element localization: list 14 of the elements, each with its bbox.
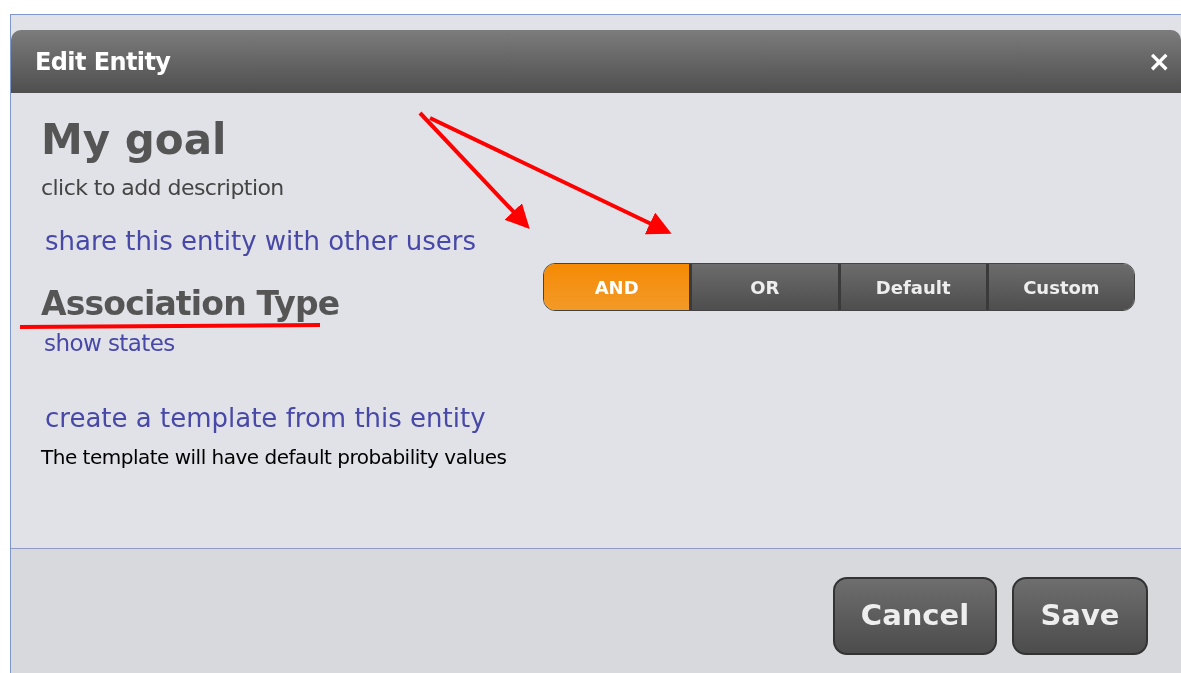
template-note: The template will have default probability values (41, 443, 507, 471)
section-heading: Association Type (41, 283, 340, 325)
description-placeholder[interactable]: click to add description (41, 171, 284, 204)
cancel-button[interactable]: Cancel (833, 577, 997, 655)
close-button[interactable]: × (1147, 47, 1171, 76)
share-link[interactable]: share this entity with other users (45, 222, 476, 261)
show-states-link[interactable]: show states (44, 326, 175, 361)
association-option[interactable]: OR (689, 264, 838, 310)
entity-title: My goal (41, 119, 227, 161)
save-button[interactable]: Save (1012, 577, 1148, 655)
association-option[interactable]: Custom (985, 264, 1134, 310)
template-link[interactable]: create a template from this entity (45, 398, 486, 438)
dialog-title: Edit Entity (35, 46, 171, 78)
association-option[interactable]: Default (837, 264, 986, 310)
